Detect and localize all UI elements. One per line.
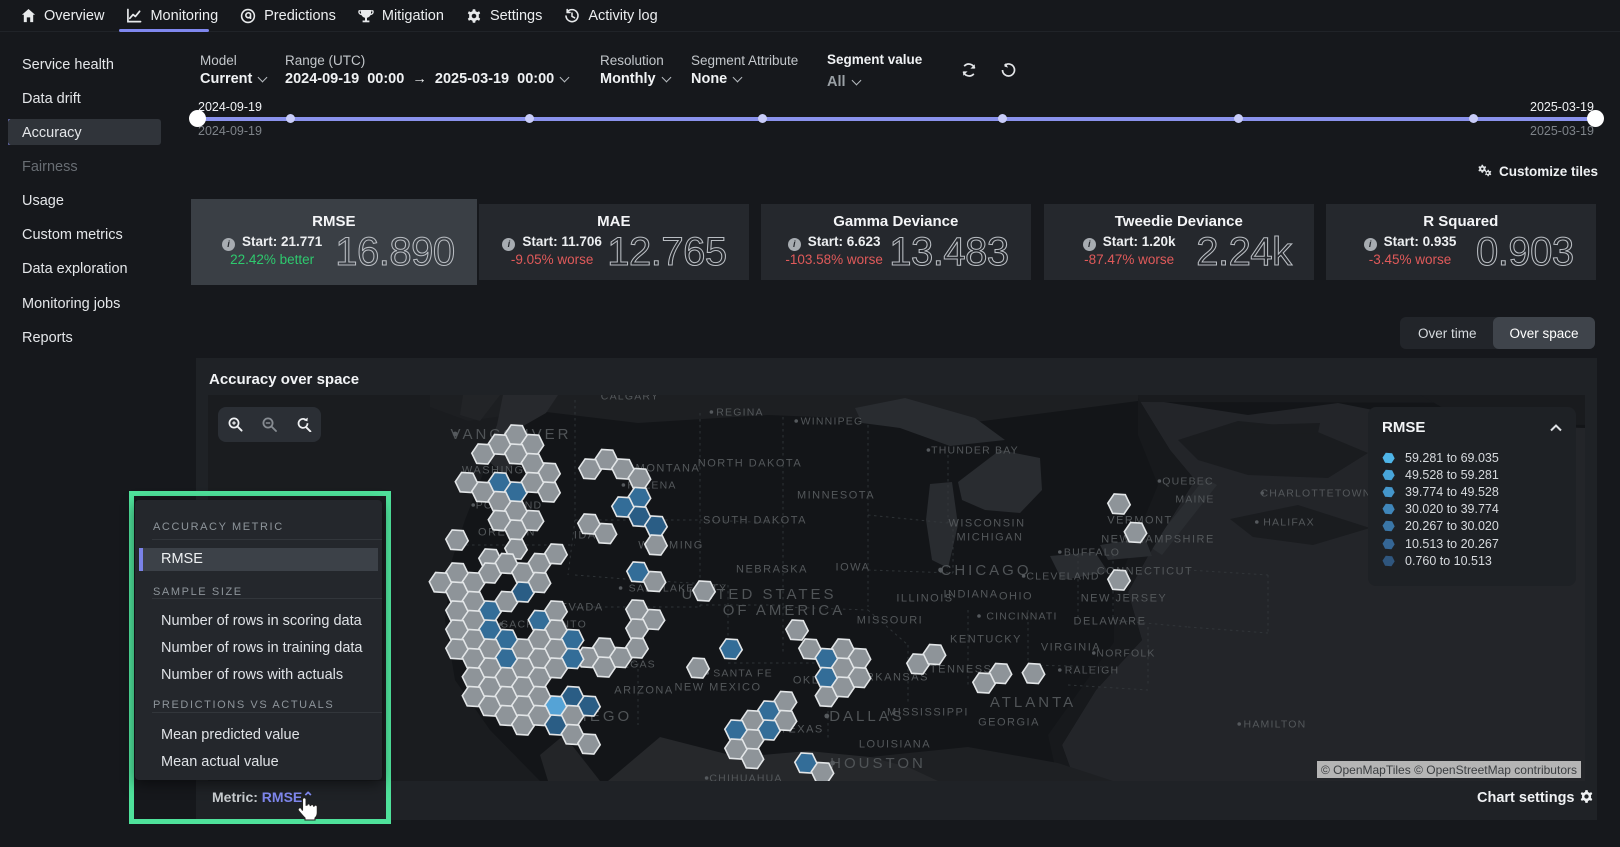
svg-text:HALIFAX: HALIFAX <box>1263 517 1315 529</box>
svg-text:CHARLOTTETOWN: CHARLOTTETOWN <box>1260 488 1371 500</box>
svg-text:NEW HAMPSHIRE: NEW HAMPSHIRE <box>1101 534 1215 546</box>
svg-text:MISSOURI: MISSOURI <box>857 615 923 627</box>
svg-text:HAMILTON: HAMILTON <box>1244 719 1307 731</box>
svg-text:ATLANTA: ATLANTA <box>990 694 1076 711</box>
svg-text:NORFOLK: NORFOLK <box>1096 648 1155 660</box>
svg-text:MINNESOTA: MINNESOTA <box>797 490 875 502</box>
svg-text:NEW JERSEY: NEW JERSEY <box>1081 593 1168 605</box>
svg-text:CALGARY: CALGARY <box>601 395 659 403</box>
svg-text:HOUSTON: HOUSTON <box>830 755 926 772</box>
svg-text:OF AMERICA: OF AMERICA <box>723 602 846 619</box>
svg-text:MISSISSIPPI: MISSISSIPPI <box>887 707 969 719</box>
svg-text:CLEVELAND: CLEVELAND <box>1026 571 1099 583</box>
svg-text:DELAWARE: DELAWARE <box>1074 616 1147 628</box>
svg-text:RALEIGH: RALEIGH <box>1065 665 1120 677</box>
svg-text:LOUISIANA: LOUISIANA <box>859 739 931 751</box>
svg-text:NORTH DAKOTA: NORTH DAKOTA <box>698 458 802 470</box>
svg-text:KENTUCKY: KENTUCKY <box>950 634 1022 646</box>
svg-text:CHIHUAHUA: CHIHUAHUA <box>709 773 782 782</box>
svg-text:REGINA: REGINA <box>716 407 763 419</box>
svg-text:GEORGIA: GEORGIA <box>978 717 1040 729</box>
svg-text:IOWA: IOWA <box>836 562 871 574</box>
svg-text:SANTA FE: SANTA FE <box>713 668 773 680</box>
svg-text:WISCONSIN: WISCONSIN <box>948 518 1025 530</box>
svg-text:NEBRASKA: NEBRASKA <box>736 564 808 576</box>
svg-text:BUFFALO: BUFFALO <box>1064 547 1120 559</box>
svg-text:WINNIPEG: WINNIPEG <box>801 416 864 428</box>
svg-text:ARIZONA: ARIZONA <box>614 685 673 697</box>
svg-text:QUEBEC: QUEBEC <box>1162 476 1214 488</box>
svg-text:VIRGINIA: VIRGINIA <box>1041 642 1101 654</box>
svg-text:MICHIGAN: MICHIGAN <box>957 532 1024 544</box>
svg-text:INDIANA: INDIANA <box>943 589 998 601</box>
svg-text:NEW MEXICO: NEW MEXICO <box>674 682 761 694</box>
svg-text:CINCINNATI: CINCINNATI <box>986 611 1057 623</box>
svg-text:OHIO: OHIO <box>999 591 1033 603</box>
svg-text:THUNDER BAY: THUNDER BAY <box>931 445 1019 457</box>
svg-text:SOUTH DAKOTA: SOUTH DAKOTA <box>703 515 807 527</box>
svg-text:CHICAGO: CHICAGO <box>940 562 1031 579</box>
svg-text:MAINE: MAINE <box>1175 494 1214 506</box>
